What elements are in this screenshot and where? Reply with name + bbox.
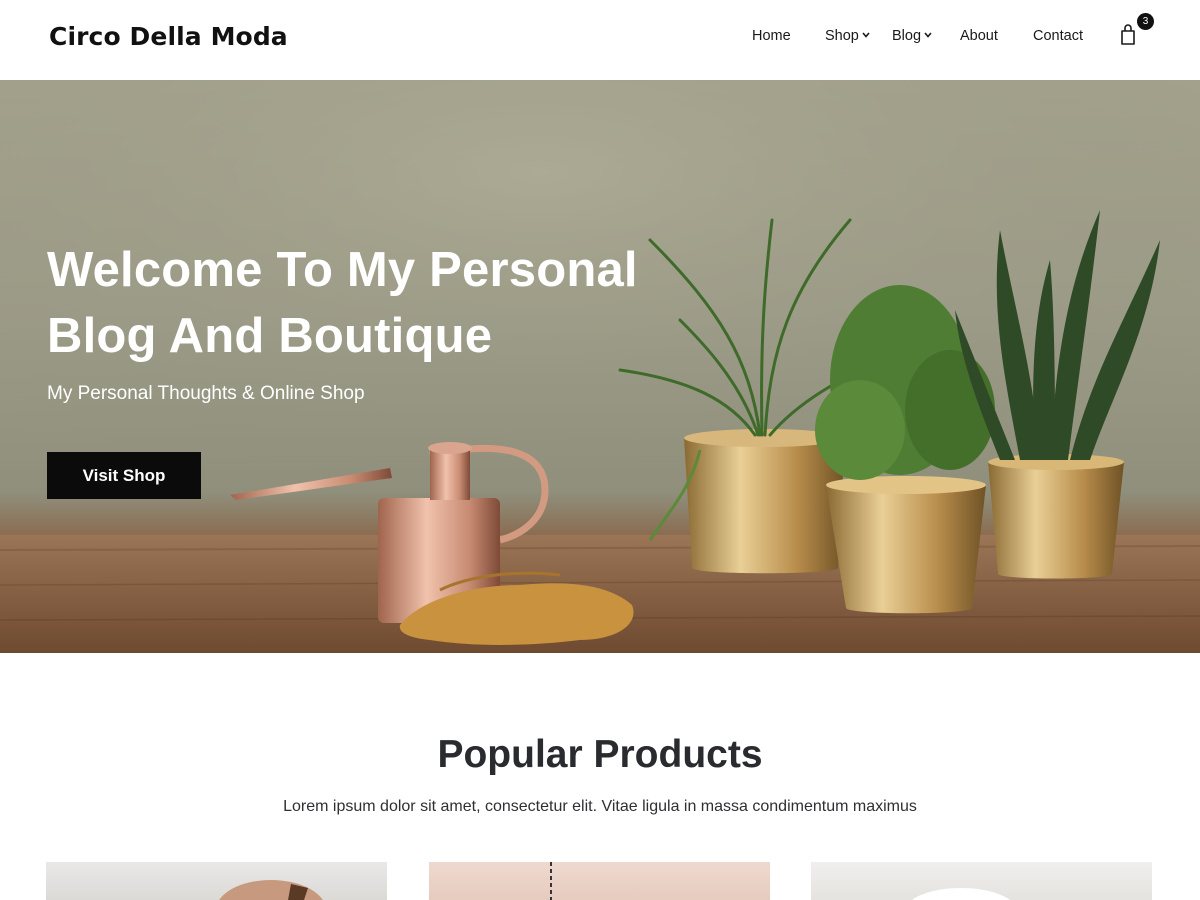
hero-subtitle: My Personal Thoughts & Online Shop [47,383,365,404]
product-card[interactable] [811,862,1152,900]
nav-blog-label: Blog [892,28,922,44]
nav-contact-label: Contact [1033,28,1083,44]
hero-title: Welcome To My Personal Blog And Boutique [47,243,638,363]
nav-home[interactable]: Home [752,28,791,44]
nav-shop[interactable]: Shop [825,28,870,44]
nav-about-label: About [960,28,998,44]
product-image [550,862,552,900]
nav-contact[interactable]: Contact [1033,28,1083,44]
nav-about[interactable]: About [960,28,998,44]
chevron-down-icon [924,32,932,38]
nav-home-label: Home [752,28,791,44]
section-subtitle: Lorem ipsum dolor sit amet, consectetur … [283,798,917,815]
site-header: Circo Della Moda Home Shop Blog About Co… [0,0,1200,80]
visit-shop-button[interactable]: Visit Shop [47,452,201,499]
cart-count-badge: 3 [1137,13,1154,30]
product-card[interactable] [429,862,770,900]
product-image [912,888,1010,900]
site-logo[interactable]: Circo Della Moda [49,22,288,51]
product-card[interactable] [46,862,387,900]
nav-shop-label: Shop [825,28,859,44]
hero-banner: Welcome To My Personal Blog And Boutique… [0,80,1200,653]
cart-icon[interactable] [1118,22,1140,46]
product-image [219,880,323,900]
chevron-down-icon [862,32,870,38]
nav-blog[interactable]: Blog [892,28,932,44]
section-title: Popular Products [437,733,763,776]
